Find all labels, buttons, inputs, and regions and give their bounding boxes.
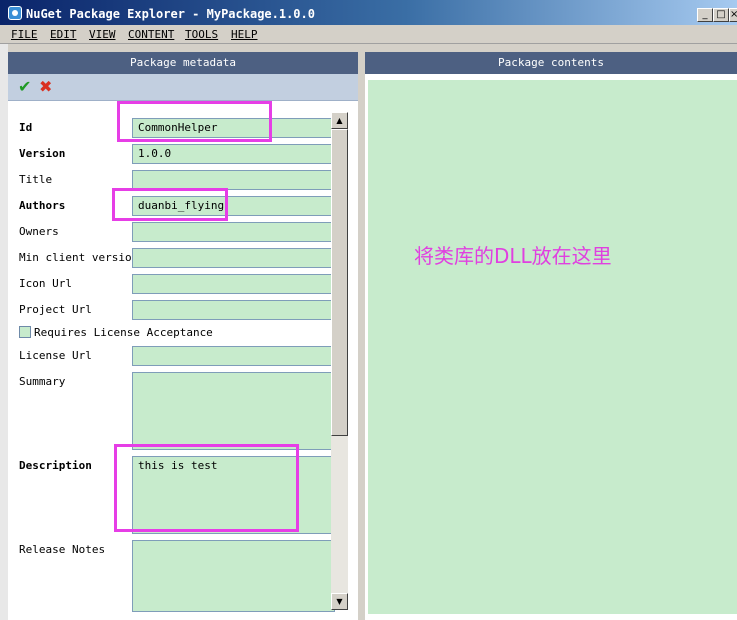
x-icon[interactable]: ✖ (39, 78, 52, 96)
title-bar[interactable]: NuGet Package Explorer - MyPackage.1.0.0… (0, 0, 737, 25)
metadata-toolbar: ✔ ✖ (8, 74, 358, 101)
scroll-up-icon[interactable]: ▲ (331, 112, 348, 129)
requires-license-checkbox[interactable] (19, 326, 31, 338)
app-window: NuGet Package Explorer - MyPackage.1.0.0… (0, 0, 737, 620)
min-client-version-label: Min client version (19, 251, 139, 264)
requires-license-label: Requires License Acceptance (34, 326, 213, 339)
description-label: Description (19, 459, 92, 472)
metadata-form: Id CommonHelper Version 1.0.0 Title Auth… (8, 101, 338, 620)
metadata-panel: ✔ ✖ Id CommonHelper Version 1.0.0 Title … (8, 74, 358, 620)
release-notes-field[interactable] (132, 540, 335, 612)
scroll-down-icon[interactable]: ▼ (331, 593, 348, 610)
window-edge (0, 44, 8, 620)
owners-field[interactable] (132, 222, 335, 242)
package-contents-area[interactable]: 将类库的DLL放在这里 (368, 80, 737, 614)
title-label: Title (19, 173, 53, 186)
window-title: NuGet Package Explorer - MyPackage.1.0.0 (26, 7, 315, 21)
description-field[interactable]: this is test (132, 456, 335, 534)
menu-content[interactable]: CONTENT (128, 28, 174, 41)
project-url-field[interactable] (132, 300, 335, 320)
metadata-scrollbar[interactable]: ▲ ▼ (331, 112, 348, 610)
annotation-text: 将类库的DLL放在这里 (414, 244, 612, 268)
menu-tools[interactable]: TOOLS (185, 28, 218, 41)
authors-label: Authors (19, 199, 66, 212)
authors-field[interactable]: duanbi_flying (132, 196, 335, 216)
release-notes-label: Release Notes (19, 543, 106, 556)
icon-url-field[interactable] (132, 274, 335, 294)
minimize-button[interactable]: _ (697, 8, 713, 22)
contents-panel-header: Package contents (365, 52, 737, 74)
summary-label: Summary (19, 375, 66, 388)
menu-bar: FILE EDIT VIEW CONTENT TOOLS HELP (0, 25, 737, 44)
maximize-button[interactable]: □ (713, 8, 729, 22)
id-label: Id (19, 121, 33, 134)
metadata-panel-header: Package metadata (8, 52, 358, 74)
version-field[interactable]: 1.0.0 (132, 144, 335, 164)
project-url-label: Project Url (19, 303, 92, 316)
scroll-thumb[interactable] (331, 129, 348, 436)
check-icon[interactable]: ✔ (18, 78, 31, 96)
icon-url-label: Icon Url (19, 277, 72, 290)
license-url-label: License Url (19, 349, 92, 362)
title-field[interactable] (132, 170, 335, 190)
menu-edit[interactable]: EDIT (50, 28, 77, 41)
min-client-version-field[interactable] (132, 248, 335, 268)
app-icon (8, 6, 22, 20)
summary-field[interactable] (132, 372, 335, 450)
menu-file[interactable]: FILE (11, 28, 38, 41)
owners-label: Owners (19, 225, 59, 238)
menu-view[interactable]: VIEW (89, 28, 116, 41)
version-label: Version (19, 147, 66, 160)
id-field[interactable]: CommonHelper (132, 118, 335, 138)
close-button[interactable]: × (729, 8, 737, 22)
contents-panel: 将类库的DLL放在这里 (365, 74, 737, 620)
license-url-field[interactable] (132, 346, 335, 366)
menu-help[interactable]: HELP (231, 28, 258, 41)
